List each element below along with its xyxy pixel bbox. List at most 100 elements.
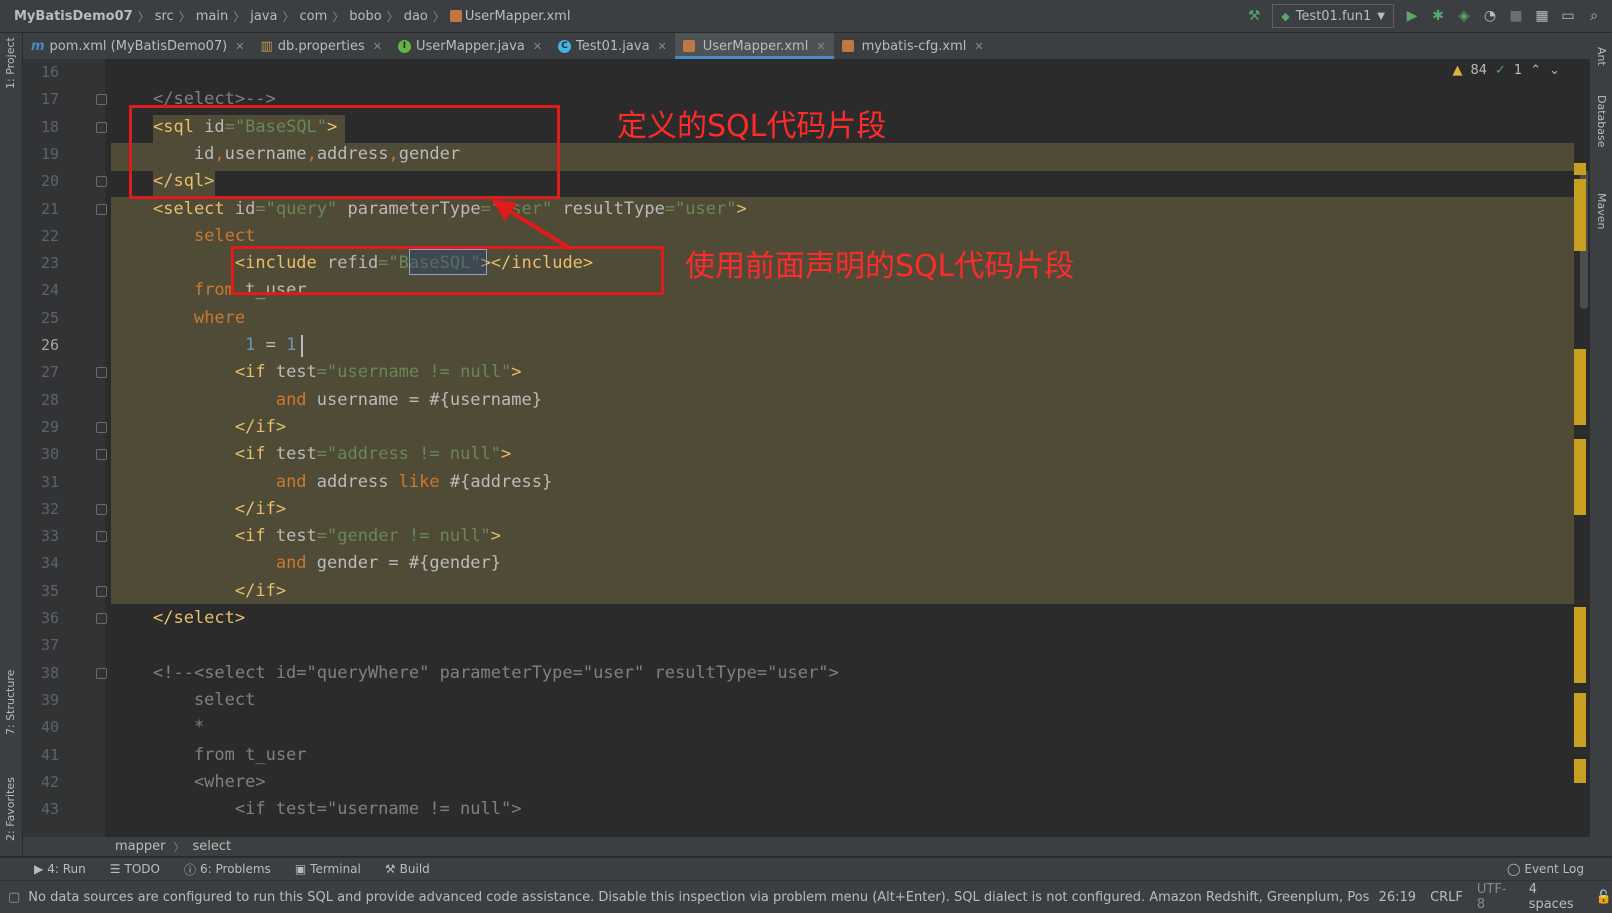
fold-marker-icon[interactable] xyxy=(96,121,107,133)
crumb-com[interactable]: com xyxy=(294,9,332,24)
database-tool-button[interactable]: Database xyxy=(1595,95,1608,148)
fold-marker-icon[interactable] xyxy=(96,667,107,679)
code-line[interactable]: 27 <if test="username != null"> xyxy=(23,358,1590,386)
code-text: <where> xyxy=(153,771,266,792)
close-icon[interactable]: ✕ xyxy=(235,40,244,53)
fold-marker-icon[interactable] xyxy=(96,503,107,515)
project-tool-button[interactable]: 1: Project xyxy=(4,37,17,89)
coverage-icon[interactable]: ◈ xyxy=(1456,8,1472,24)
lock-icon[interactable]: 🔓 xyxy=(1596,890,1612,905)
search-icon[interactable]: ⌕ xyxy=(1586,8,1602,24)
indent-setting[interactable]: 4 spaces xyxy=(1529,882,1586,912)
close-icon[interactable]: ✕ xyxy=(816,40,825,53)
fold-marker-icon[interactable] xyxy=(96,94,107,106)
code-line[interactable]: 16 xyxy=(23,59,1590,86)
crumb-file[interactable]: UserMapper.xml xyxy=(445,9,576,24)
code-text: 1 = 1 xyxy=(245,335,297,355)
ant-tool-button[interactable]: Ant xyxy=(1595,47,1608,66)
favorites-tool-button[interactable]: 2: Favorites xyxy=(4,777,17,841)
tab-usermapper-java[interactable]: I UserMapper.java ✕ xyxy=(390,33,550,59)
window-layout-icon[interactable]: ▭ xyxy=(1560,8,1576,24)
terminal-tool-button[interactable]: ▣ Terminal xyxy=(283,862,373,876)
fold-marker-icon[interactable] xyxy=(96,613,107,624)
build-tool-button[interactable]: ⚒ Build xyxy=(373,862,442,876)
fold-marker-icon[interactable] xyxy=(96,367,107,379)
build-hammer-icon[interactable]: ⚒ xyxy=(1246,8,1262,24)
code-line[interactable]: 28 and username = #{username} xyxy=(23,386,1590,414)
code-line[interactable]: 31 and address like #{address} xyxy=(23,468,1590,496)
tab-pom[interactable]: m pom.xml (MyBatisDemo07) ✕ xyxy=(23,33,252,59)
status-toggle-icon[interactable]: ▢ xyxy=(0,890,28,905)
tab-db-properties[interactable]: ▥ db.properties ✕ xyxy=(252,33,390,59)
line-separator[interactable]: CRLF xyxy=(1430,890,1463,905)
code-line[interactable]: 35 </if> xyxy=(23,577,1590,605)
tab-test01-java[interactable]: C Test01.java ✕ xyxy=(550,33,675,59)
code-line[interactable]: 43 <if test="username != null"> xyxy=(23,795,1590,823)
caret-position[interactable]: 26:19 xyxy=(1379,890,1416,905)
maven-icon: m xyxy=(31,38,45,54)
file-encoding[interactable]: UTF-8 xyxy=(1477,882,1515,912)
crumb-project[interactable]: MyBatisDemo07 xyxy=(14,9,138,24)
code-line[interactable]: 37 xyxy=(23,631,1590,659)
status-message[interactable]: No data sources are configured to run th… xyxy=(28,890,1368,905)
code-line[interactable]: 36 </select> xyxy=(23,604,1590,632)
fold-marker-icon[interactable] xyxy=(96,421,107,433)
run-icon[interactable]: ▶ xyxy=(1404,8,1420,24)
chevron-down-icon: ▼ xyxy=(1377,10,1385,22)
fold-marker-icon[interactable] xyxy=(96,531,107,543)
crumb-src[interactable]: src xyxy=(150,9,179,24)
run-configuration-select[interactable]: ◆ Test01.fun1 ▼ xyxy=(1272,4,1394,28)
fold-marker-icon[interactable] xyxy=(96,585,107,597)
code-line[interactable]: 32 </if> xyxy=(23,495,1590,523)
code-line[interactable]: 38 <!--<select id="queryWhere" parameterT… xyxy=(23,659,1590,687)
code-line[interactable]: 33 <if test="gender != null"> xyxy=(23,522,1590,550)
xml-file-icon xyxy=(841,40,854,52)
code-line[interactable]: 39 select xyxy=(23,686,1590,714)
code-line[interactable]: 29 </if> xyxy=(23,413,1590,441)
code-line[interactable]: 41 from t_user xyxy=(23,741,1590,769)
chevron-down-icon[interactable]: ⌄ xyxy=(1549,63,1560,78)
maven-tool-button[interactable]: Maven xyxy=(1595,193,1608,229)
run-tool-button[interactable]: ▶ 4: Run xyxy=(0,862,98,876)
inspection-widget[interactable]: ▲ 84 ✓ 1 ⌃ ⌄ xyxy=(1452,63,1560,78)
tab-usermapper-xml[interactable]: UserMapper.xml ✕ xyxy=(674,33,834,59)
profile-icon[interactable]: ◔ xyxy=(1482,8,1498,24)
structure-tool-button[interactable]: 7: Structure xyxy=(4,670,17,735)
tab-mybatis-cfg[interactable]: mybatis-cfg.xml ✕ xyxy=(834,33,992,59)
scroll-marker xyxy=(1574,759,1586,783)
code-line[interactable]: 42 <where> xyxy=(23,768,1590,796)
editor-tabs: m pom.xml (MyBatisDemo07) ✕ ▥ db.propert… xyxy=(23,33,1590,59)
fold-marker-icon[interactable] xyxy=(96,203,107,215)
close-icon[interactable]: ✕ xyxy=(974,40,983,53)
crumb-main[interactable]: main xyxy=(191,9,233,24)
code-line[interactable]: 30 <if test="address != null"> xyxy=(23,440,1590,468)
fold-marker-icon[interactable] xyxy=(96,449,107,461)
close-icon[interactable]: ✕ xyxy=(373,40,382,53)
code-crumb-mapper[interactable]: mapper xyxy=(115,839,165,854)
close-icon[interactable]: ✕ xyxy=(533,40,542,53)
chevron-right-icon: 〉 xyxy=(386,9,399,24)
debug-icon[interactable]: ✱ xyxy=(1430,8,1446,24)
event-log-button[interactable]: ◯ Event Log xyxy=(1495,862,1612,876)
project-structure-icon[interactable]: ▦ xyxy=(1534,8,1550,24)
status-bar: ▢ No data sources are configured to run … xyxy=(0,880,1612,913)
code-line[interactable]: 26 1 = 1 xyxy=(23,331,1590,359)
code-editor[interactable]: 16 17 </select>--> 18 <sql id="BaseSQL"> 19 i… xyxy=(23,59,1590,837)
annotation-arrow xyxy=(491,199,573,251)
code-crumb-select[interactable]: select xyxy=(192,839,231,854)
close-icon[interactable]: ✕ xyxy=(658,40,667,53)
chevron-up-icon[interactable]: ⌃ xyxy=(1530,63,1541,78)
stop-icon[interactable]: ■ xyxy=(1508,8,1524,24)
crumb-java[interactable]: java xyxy=(245,9,282,24)
crumb-bobo[interactable]: bobo xyxy=(344,9,386,24)
line-number: 41 xyxy=(40,745,59,764)
annotation-use-label: 使用前面声明的SQL代码片段 xyxy=(685,249,1075,284)
code-text: </if> xyxy=(234,416,287,437)
crumb-dao[interactable]: dao xyxy=(399,9,433,24)
code-line[interactable]: 34 and gender = #{gender} xyxy=(23,549,1590,577)
problems-tool-button[interactable]: ⓘ 6: Problems xyxy=(172,861,283,878)
fold-marker-icon[interactable] xyxy=(96,176,107,188)
code-line[interactable]: 40 * xyxy=(23,713,1590,741)
todo-tool-button[interactable]: ☰ TODO xyxy=(98,862,172,876)
code-line[interactable]: 25 where xyxy=(23,304,1590,332)
